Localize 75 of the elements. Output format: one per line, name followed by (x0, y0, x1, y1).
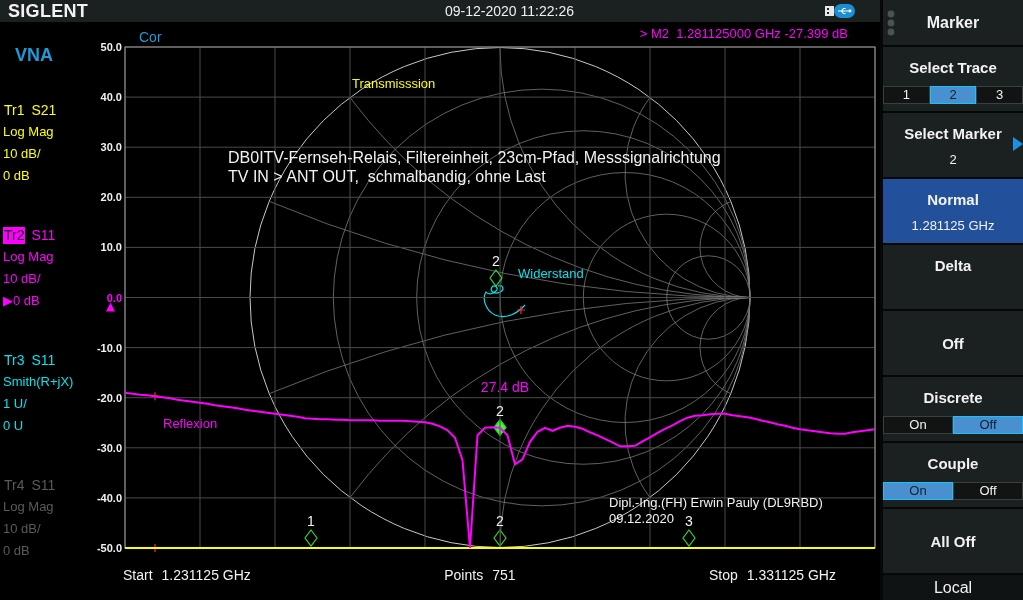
local-status: Local (933, 578, 973, 597)
trace-parameter: S11 (31, 351, 56, 369)
axis-tick-label: -10.0 (96, 341, 122, 354)
sweep-value: 1.231125 GHz (161, 566, 251, 584)
softkey-label: Select Trace (909, 58, 997, 77)
axis-tick-label: -20.0 (96, 391, 122, 404)
marker-number: 2 (496, 513, 504, 529)
trace-scale: 10 dB/ (3, 145, 41, 163)
softkey-button[interactable]: All Off (883, 509, 1023, 573)
trace-name[interactable]: Tr2 (3, 226, 26, 244)
trace-reference: 0 dB (3, 167, 30, 185)
axis-tick-label: 30.0 (100, 141, 122, 154)
brand-logo: SIGLENT (8, 1, 89, 21)
sweep-value: 751 (492, 566, 516, 584)
axis-tick-label: 0.0 (106, 291, 122, 304)
trace-format: Log Mag (3, 498, 54, 516)
segment-button[interactable]: 1 (883, 86, 930, 104)
trace-label: Reflexion (163, 416, 218, 431)
trace-name[interactable]: Tr3 (3, 351, 26, 369)
segment-button[interactable]: 3 (976, 86, 1023, 104)
trace-reference: 0 U (3, 417, 24, 435)
trace-name[interactable]: Tr1 (3, 101, 26, 119)
trace-format: Log Mag (3, 123, 54, 141)
cross-icon (516, 305, 526, 315)
softkey-button[interactable]: Off (883, 311, 1023, 375)
sweep-label: Points (444, 566, 484, 584)
axis-tick-label: 10.0 (100, 241, 122, 254)
annotation-text: Dipl.-Ing.(FH) Erwin Pauly (DL9RBD) (609, 495, 823, 510)
trace-format: Log Mag (3, 248, 54, 266)
softkey-button[interactable]: Normal 1.281125 GHz (883, 179, 1023, 243)
trace-scale: 10 dB/ (3, 520, 41, 538)
sweep-value: 1.331125 GHz (746, 566, 836, 584)
reference-triangle-icon (106, 302, 115, 312)
annotation-text: TV IN > ANT OUT, schmalbandig, ohne Last (228, 168, 546, 185)
trace-reference: 0 dB (3, 542, 30, 560)
marker-number: 2 (492, 253, 500, 269)
axis-tick-label: -50.0 (96, 542, 122, 554)
trace-scale: 10 dB/ (3, 270, 41, 288)
date-time: 09-12-2020 11:22:26 (445, 2, 574, 20)
axis-tick-label: -40.0 (96, 491, 122, 504)
marker-number: 2 (496, 402, 504, 419)
marker-number: 1 (307, 513, 315, 529)
axis-tick-label: 20.0 (100, 191, 122, 204)
sweep-label: Start (123, 566, 153, 584)
softkey-button[interactable]: Select Marker 2 (883, 113, 1023, 177)
segment-button[interactable]: On (883, 482, 953, 500)
trace-label: Widerstand (518, 266, 584, 281)
softkey-label: Couple (927, 454, 979, 473)
trace-parameter: S11 (31, 226, 56, 244)
marker-value-label: 27.4 dB (480, 379, 530, 395)
trace-reference: ▶0 dB (3, 292, 40, 310)
trace-label: Transmisssion (352, 76, 436, 91)
sweep-label: Stop (708, 566, 738, 584)
grip-dots-icon (887, 9, 895, 36)
usb-icon (825, 4, 855, 18)
menu-title: Marker (926, 13, 980, 32)
mode-label: VNA (15, 44, 53, 66)
marker-readout: > M2 1.281125000 GHz -27.399 dB (639, 26, 848, 41)
trace-format: Smith(R+jX) (3, 373, 74, 391)
annotation-text: DB0ITV-Fernseh-Relais, Filtereinheit, 23cm-Pfad, Messsignalrichtung (228, 149, 721, 166)
segment-button[interactable]: On (883, 416, 953, 434)
segment-button[interactable]: 2 (929, 86, 977, 104)
softkey-button[interactable]: Delta (883, 245, 1023, 309)
softkey-label: Discrete (923, 388, 983, 407)
segment-button[interactable]: Off (953, 482, 1023, 500)
axis-tick-label: 50.0 (100, 41, 122, 53)
axis-tick-label: 40.0 (100, 91, 122, 104)
trace-parameter: S21 (31, 101, 57, 119)
marker-number: 3 (685, 513, 693, 529)
trace-scale: 1 U/ (3, 395, 27, 413)
calibration-status: Cor (139, 29, 162, 45)
annotation-text: 09.12.2020 (609, 511, 675, 526)
segment-button[interactable]: Off (953, 416, 1023, 434)
trace-parameter: S11 (31, 476, 56, 494)
axis-tick-label: -30.0 (96, 441, 122, 454)
